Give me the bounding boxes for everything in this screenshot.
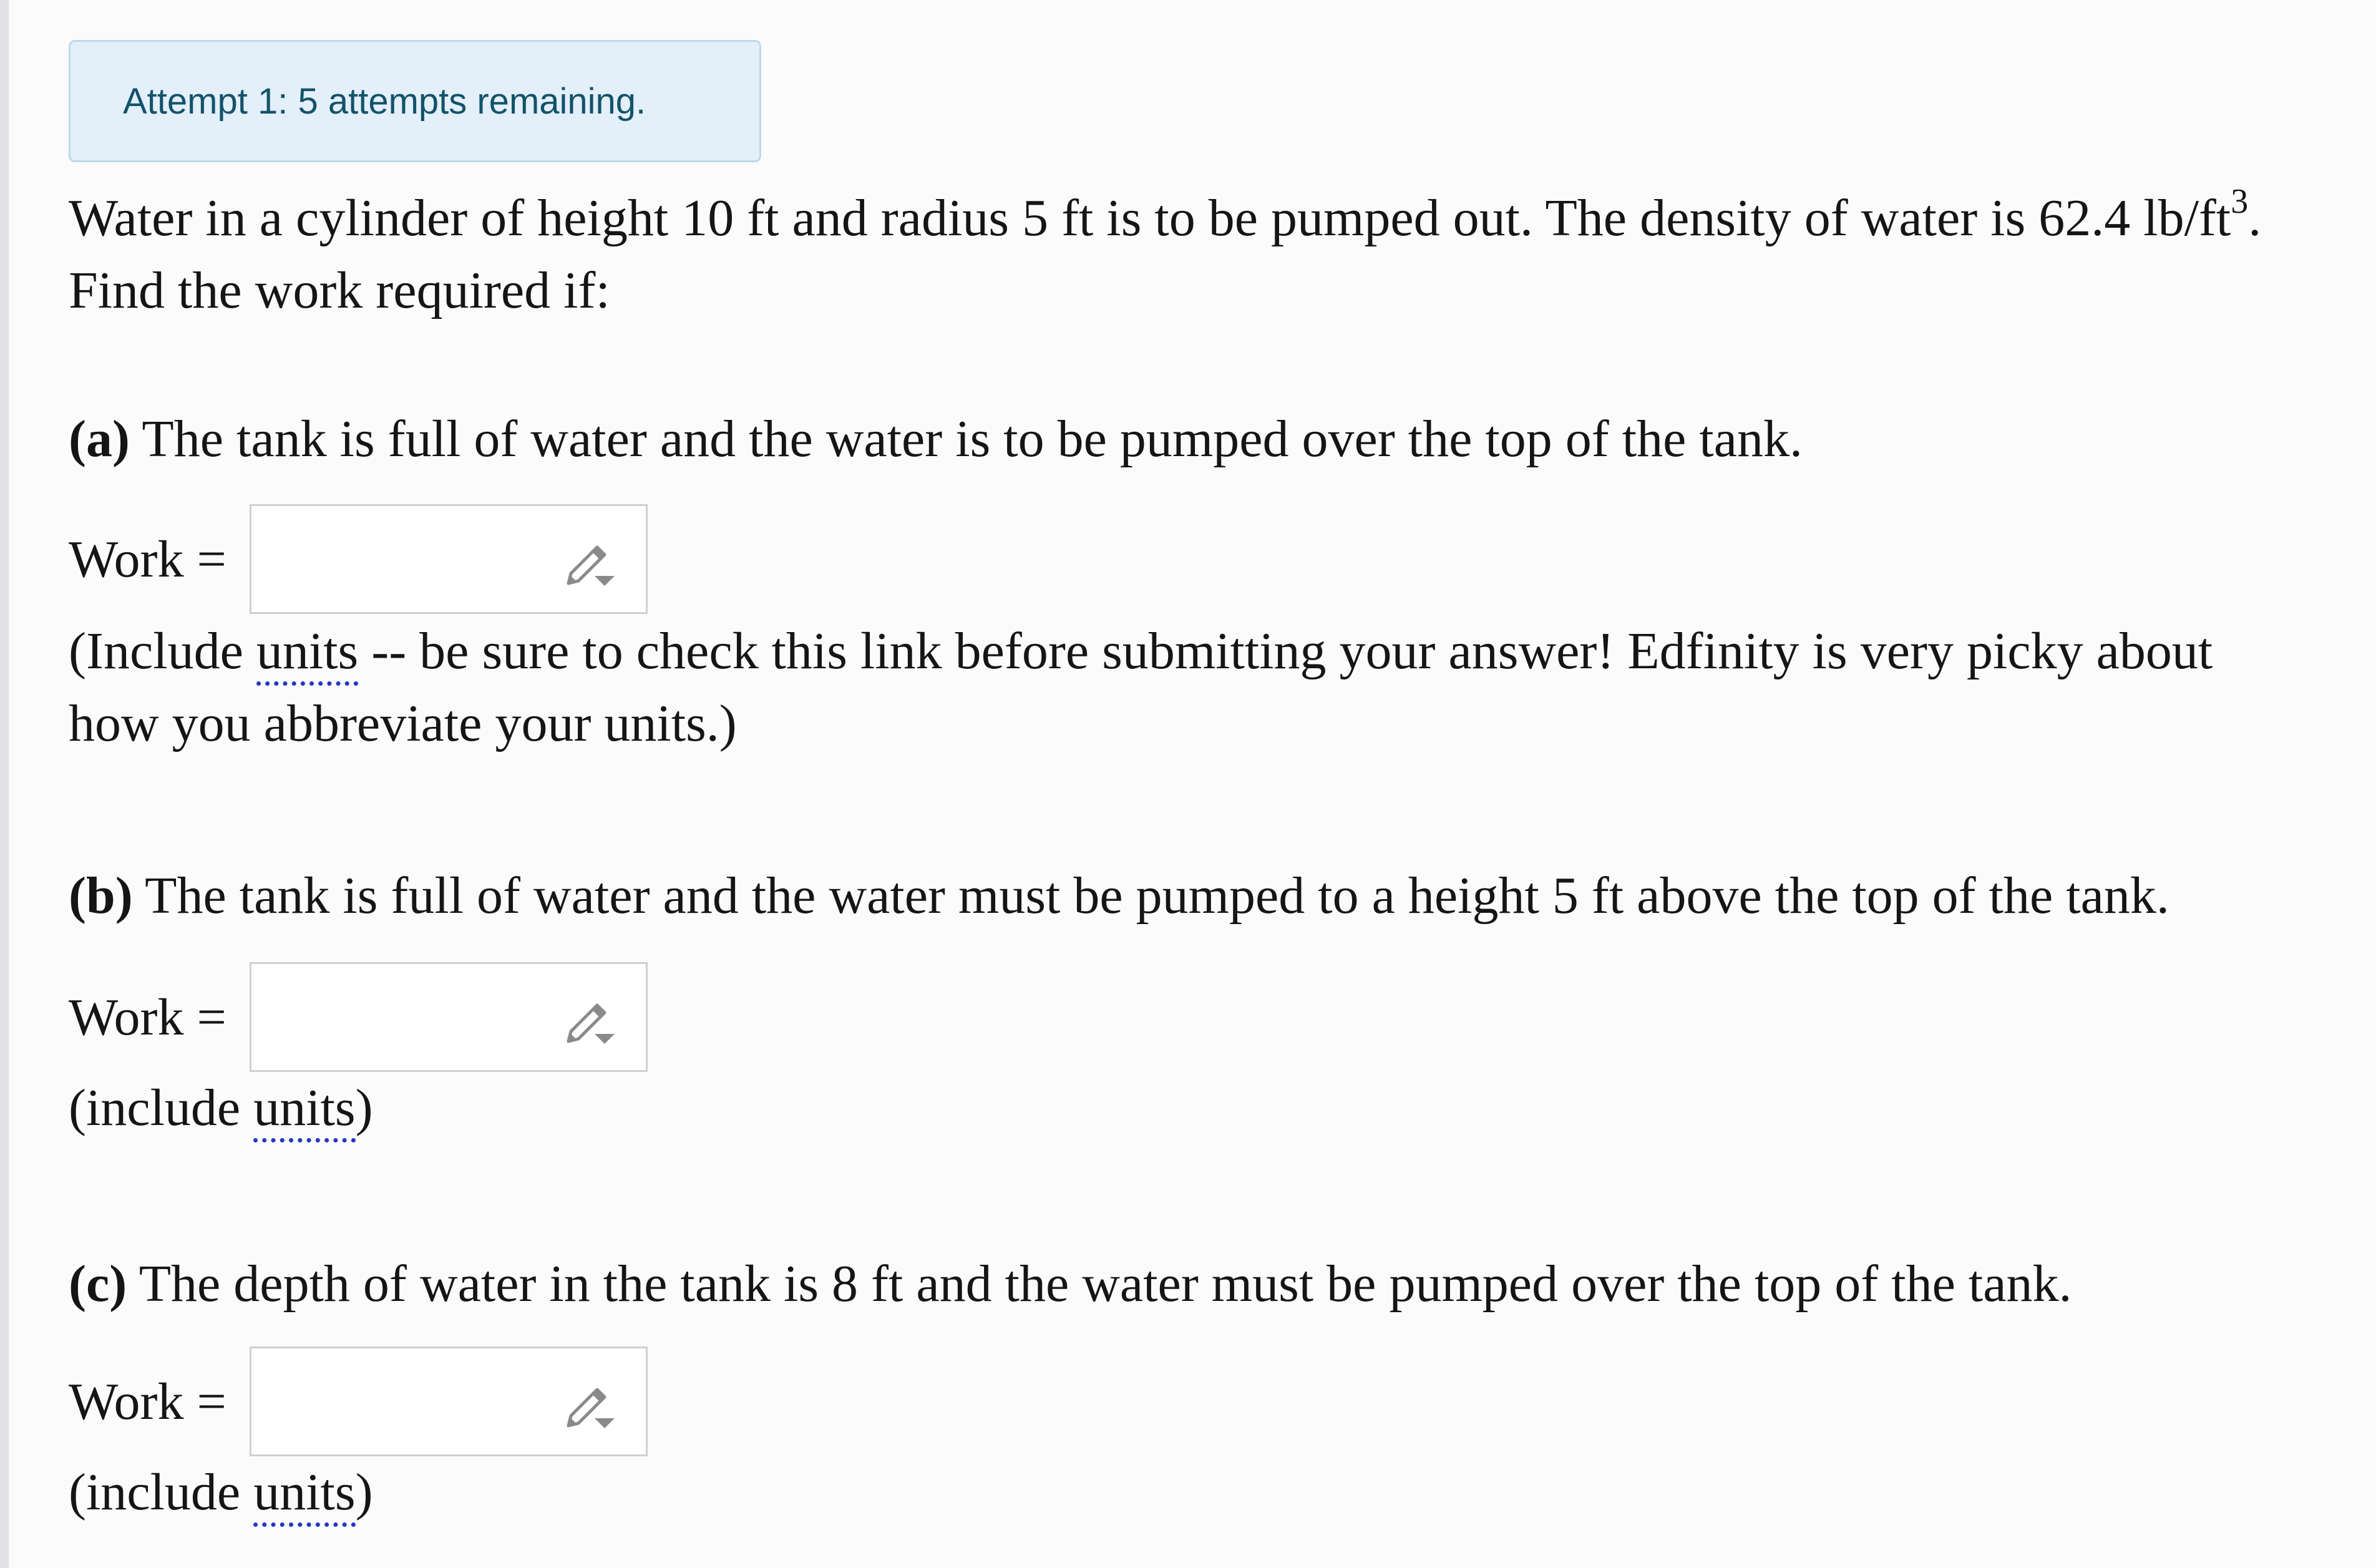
attempt-text: Attempt 1: 5 attempts remaining. — [123, 80, 646, 122]
part-c-note: (include units) — [69, 1456, 373, 1529]
units-link[interactable]: units — [256, 622, 359, 686]
pencil-dropdown-icon[interactable] — [562, 536, 618, 592]
part-c-note-post: ) — [355, 1463, 373, 1521]
part-a-label: (a) — [69, 410, 130, 468]
problem-intro-line1: Water in a cylinder of height 10 ft and … — [69, 182, 2261, 255]
part-c-label: (c) — [69, 1255, 127, 1313]
problem-intro-line2: Find the work required if: — [69, 261, 610, 319]
page: Attempt 1: 5 attempts remaining. Water i… — [0, 0, 2376, 1568]
part-a-answer-input[interactable] — [250, 504, 648, 614]
part-a-note-line1: (Include units -- be sure to check this … — [69, 615, 2213, 688]
part-c-question-text: The depth of water in the tank is 8 ft a… — [127, 1255, 2072, 1313]
intro-superscript: 3 — [2231, 182, 2249, 221]
part-a-question-text: The tank is full of water and the water … — [129, 410, 1803, 468]
part-a-note-pre: (Include — [69, 622, 256, 680]
intro-period: . — [2248, 189, 2262, 247]
part-c-work-label: Work = — [69, 1372, 226, 1431]
part-b-label: (b) — [69, 867, 133, 925]
part-b-note-post: ) — [355, 1079, 373, 1137]
units-link[interactable]: units — [253, 1079, 356, 1142]
part-c-question: (c) The depth of water in the tank is 8 … — [69, 1248, 2072, 1320]
part-b-note: (include units) — [69, 1072, 373, 1144]
pencil-dropdown-icon[interactable] — [562, 994, 618, 1050]
part-b-work-row: Work = — [69, 962, 648, 1072]
part-a-work-row: Work = — [69, 504, 648, 614]
part-a-question: (a) The tank is full of water and the wa… — [69, 403, 1803, 475]
part-b-answer-input[interactable] — [250, 962, 648, 1072]
left-border — [0, 0, 9, 1568]
part-b-question-text: The tank is full of water and the water … — [132, 867, 2169, 925]
part-a-note-post: -- be sure to check this link before sub… — [358, 622, 2213, 680]
part-c-work-row: Work = — [69, 1346, 648, 1456]
part-a-note-line2: how you abbreviate your units.) — [69, 694, 737, 752]
part-a-work-label: Work = — [69, 530, 226, 588]
intro-text: Water in a cylinder of height 10 ft and … — [69, 189, 2231, 247]
attempt-banner: Attempt 1: 5 attempts remaining. — [69, 40, 761, 162]
pencil-dropdown-icon[interactable] — [562, 1378, 618, 1434]
part-c-note-pre: (include — [69, 1463, 254, 1521]
part-c-answer-input[interactable] — [250, 1346, 648, 1456]
part-b-note-pre: (include — [69, 1079, 254, 1137]
part-b-work-label: Work = — [69, 988, 226, 1046]
part-b-question: (b) The tank is full of water and the wa… — [69, 860, 2169, 932]
units-link[interactable]: units — [253, 1463, 356, 1527]
